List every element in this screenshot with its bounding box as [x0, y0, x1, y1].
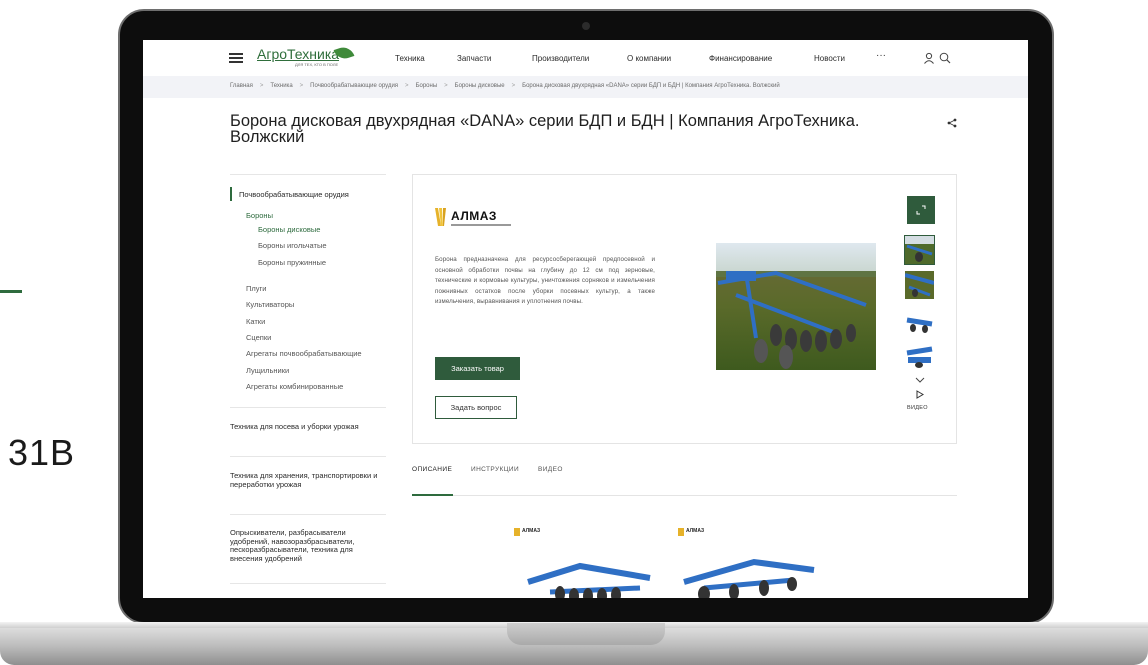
breadcrumb-separator: > — [511, 83, 516, 89]
sidebar-item-hitches[interactable]: Сцепки — [246, 333, 271, 342]
page-title: Борона дисковая двухрядная «DANA» серии … — [230, 112, 860, 146]
sidebar-item-combined-units[interactable]: Агрегаты комбинированные — [246, 382, 343, 391]
logo-tagline: ДЛЯ ТЕХ, КТО В ПОЛЕ — [295, 62, 339, 67]
laptop-screen: АгроТехника ДЛЯ ТЕХ, КТО В ПОЛЕ Техника … — [143, 40, 1028, 598]
divider — [230, 514, 386, 515]
product-tile[interactable]: АЛМАЗ — [510, 522, 658, 598]
active-indicator — [230, 187, 232, 201]
laptop-notch — [507, 623, 665, 645]
breadcrumb: Главная > Техника > Почвообрабатывающие оруд… — [143, 76, 1028, 98]
play-icon[interactable] — [916, 390, 924, 399]
gallery-thumb[interactable] — [905, 306, 934, 334]
sidebar-item-tillage-units[interactable]: Агрегаты почвообрабатывающие — [246, 349, 362, 358]
sidebar-item-tillage[interactable]: Почвообрабатывающие орудия — [239, 190, 349, 199]
search-icon[interactable] — [939, 52, 951, 64]
site-logo[interactable]: АгроТехника ДЛЯ ТЕХ, КТО В ПОЛЕ — [257, 44, 357, 70]
nav-item-news[interactable]: Новости — [814, 54, 845, 63]
fullscreen-button[interactable] — [907, 196, 935, 224]
harrow-image — [527, 562, 651, 598]
chevron-down-icon[interactable] — [915, 377, 925, 383]
breadcrumb-item[interactable]: Техника — [270, 83, 292, 89]
share-icon[interactable] — [947, 118, 957, 128]
product-card: АЛМАЗ Борона предназначена для ресурсосб… — [412, 174, 957, 444]
logo-name: АгроТехника — [257, 46, 340, 62]
product-description: Борона предназначена для ресурсосберегаю… — [435, 256, 655, 306]
sidebar-item-ploughs[interactable]: Плуги — [246, 284, 266, 293]
nav-more-button[interactable]: ··· — [876, 50, 886, 61]
ask-question-button[interactable]: Задать вопрос — [435, 396, 517, 419]
brand-tagline-line — [451, 224, 511, 226]
sidebar-item-sowing[interactable]: Техника для посева и уборки урожая — [230, 422, 380, 432]
divider — [230, 174, 386, 175]
nav-item-about[interactable]: О компании — [627, 54, 671, 63]
almaz-logo-icon — [435, 208, 446, 226]
product-tabs: ОПИСАНИЕ ИНСТРУКЦИИ ВИДЕО — [412, 466, 957, 496]
gallery-thumb[interactable] — [905, 271, 934, 299]
brand-name: АЛМАЗ — [451, 209, 497, 223]
divider — [230, 456, 386, 457]
sidebar-item-storage[interactable]: Техника для хранения, транспортировки и … — [230, 471, 380, 489]
breadcrumb-item[interactable]: Почвообрабатывающие орудия — [310, 83, 398, 89]
breadcrumb-separator: > — [405, 83, 409, 89]
order-button[interactable]: Заказать товар — [435, 357, 520, 380]
sidebar-item-cultivators[interactable]: Культиваторы — [246, 300, 294, 309]
breadcrumb-current: Борона дисковая двухрядная «DANA» серии … — [522, 83, 780, 89]
gallery-thumb[interactable] — [904, 235, 935, 265]
sidebar-item-disc-harrows[interactable]: Бороны дисковые — [258, 225, 320, 234]
product-tile[interactable]: АЛМАЗ — [674, 522, 822, 598]
breadcrumb-separator: > — [299, 83, 304, 89]
sidebar-item-needle-harrows[interactable]: Бороны игольчатые — [258, 241, 327, 250]
camera-icon — [582, 22, 590, 30]
breadcrumb-item[interactable]: Бороны — [416, 83, 438, 89]
product-photo[interactable] — [716, 243, 876, 370]
nav-item-zapchasti[interactable]: Запчасти — [457, 54, 491, 63]
hamburger-icon[interactable] — [229, 53, 243, 63]
harrow-image — [683, 558, 815, 598]
expand-icon — [916, 205, 926, 215]
user-icon[interactable] — [923, 52, 935, 64]
breadcrumb-item[interactable]: Главная — [230, 83, 253, 89]
divider — [230, 583, 386, 584]
nav-item-tehnika[interactable]: Техника — [395, 54, 425, 63]
gallery-thumb[interactable] — [905, 341, 934, 369]
sidebar-item-stubble-cultivators[interactable]: Лущильники — [246, 366, 289, 375]
decorative-dash — [0, 290, 22, 293]
active-tab-indicator — [412, 494, 453, 496]
video-label[interactable]: ВИДЕО — [907, 405, 928, 411]
divider — [230, 407, 386, 408]
breadcrumb-separator: > — [444, 83, 448, 89]
breadcrumb-separator: > — [259, 83, 264, 89]
sidebar-item-sprayers[interactable]: Опрыскиватели, разбрасыватели удобрений,… — [230, 528, 380, 563]
tab-instructions[interactable]: ИНСТРУКЦИИ — [471, 466, 519, 473]
sidebar-item-spring-harrows[interactable]: Бороны пружинные — [258, 258, 326, 267]
breadcrumb-item[interactable]: Бороны дисковые — [455, 83, 505, 89]
tab-video[interactable]: ВИДЕО — [538, 466, 563, 473]
site-header: АгроТехника ДЛЯ ТЕХ, КТО В ПОЛЕ Техника … — [143, 40, 1028, 76]
tab-description[interactable]: ОПИСАНИЕ — [412, 466, 452, 473]
nav-item-financing[interactable]: Финансирование — [709, 54, 772, 63]
nav-item-manufacturers[interactable]: Производители — [532, 54, 589, 63]
sidebar-item-harrows[interactable]: Бороны — [246, 211, 273, 220]
divider — [412, 495, 957, 496]
background-text: 31B — [8, 432, 76, 473]
sidebar-item-rollers[interactable]: Катки — [246, 317, 265, 326]
